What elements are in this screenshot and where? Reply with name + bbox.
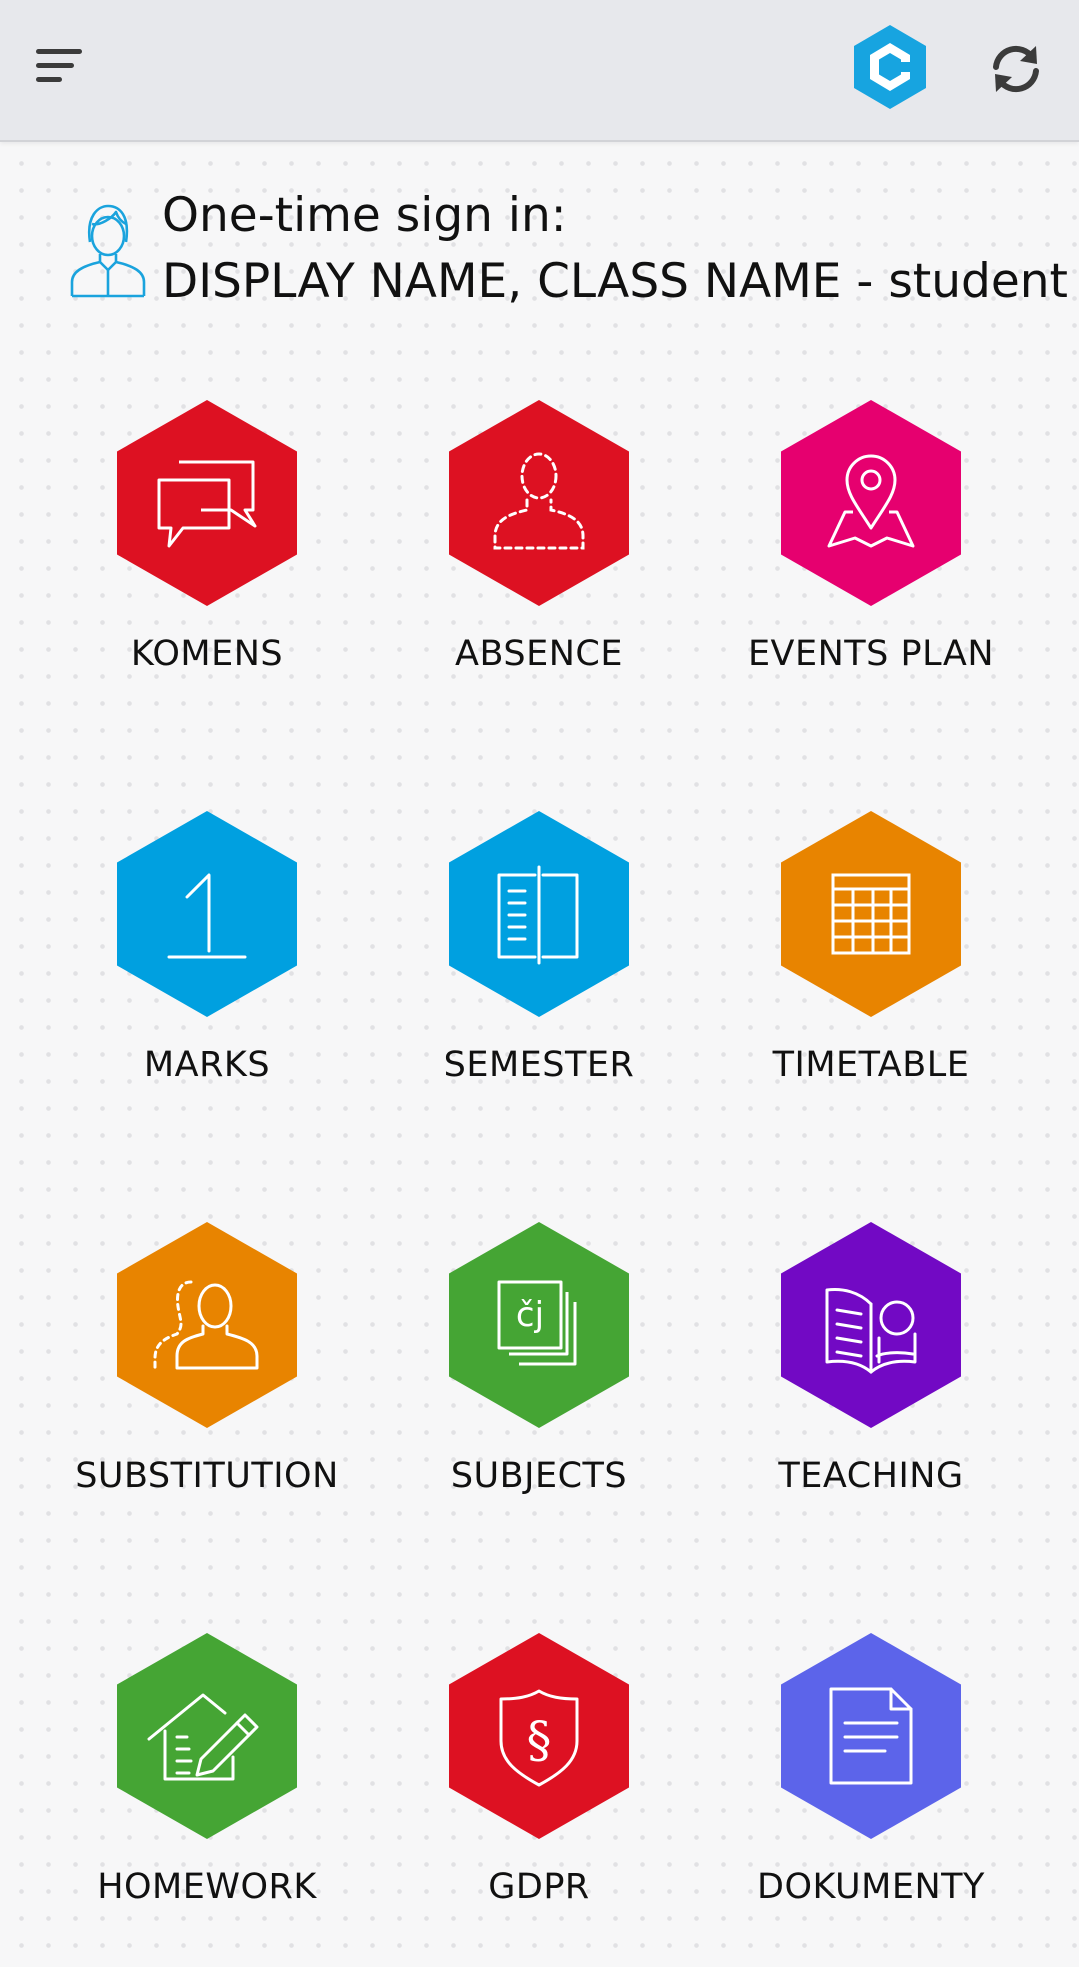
tile-label: DOKUMENTY [757,1867,985,1907]
tile-label: KOMENS [130,634,284,674]
tile-homework[interactable]: HOMEWORK [41,1633,373,1933]
timetable-grid-icon [781,811,961,1017]
tile-label: GDPR [488,1867,590,1907]
substitute-person-icon [117,1222,297,1428]
tile-label: SEMESTER [443,1045,635,1085]
svg-text:čj: čj [516,1295,544,1335]
open-book-icon [781,1222,961,1428]
tile-label: HOMEWORK [97,1867,317,1907]
absent-person-icon [449,400,629,606]
chat-bubbles-icon [117,400,297,606]
tile-gdpr[interactable]: § GDPR [373,1633,705,1933]
tile-substitution[interactable]: SUBSTITUTION [41,1222,373,1522]
tile-label: EVENTS PLAN [747,634,995,674]
tile-semester[interactable]: SEMESTER [373,811,705,1111]
module-grid: KOMENS ABSENCE EVENTS PLAN MARKS SEMESTE… [0,0,1079,1967]
tile-label: ABSENCE [455,634,623,674]
tile-label: TIMETABLE [772,1045,970,1085]
document-icon [781,1633,961,1839]
svg-text:§: § [527,1711,552,1769]
tile-timetable[interactable]: TIMETABLE [705,811,1037,1111]
tile-marks[interactable]: MARKS [41,811,373,1111]
tile-label: SUBJECTS [450,1456,628,1496]
report-book-icon [449,811,629,1017]
tile-teaching[interactable]: TEACHING [705,1222,1037,1522]
tile-events-plan[interactable]: EVENTS PLAN [705,400,1037,700]
mark-one-icon [117,811,297,1017]
subjects-cards-icon: čj [449,1222,629,1428]
map-pin-icon [781,400,961,606]
tile-label: MARKS [143,1045,271,1085]
tile-label: TEACHING [778,1456,964,1496]
shield-paragraph-icon: § [449,1633,629,1839]
tile-absence[interactable]: ABSENCE [373,400,705,700]
tile-label: SUBSTITUTION [75,1456,339,1496]
tile-dokumenty[interactable]: DOKUMENTY [705,1633,1037,1933]
house-pencil-icon [117,1633,297,1839]
tile-komens[interactable]: KOMENS [41,400,373,700]
tile-subjects[interactable]: čj SUBJECTS [373,1222,705,1522]
